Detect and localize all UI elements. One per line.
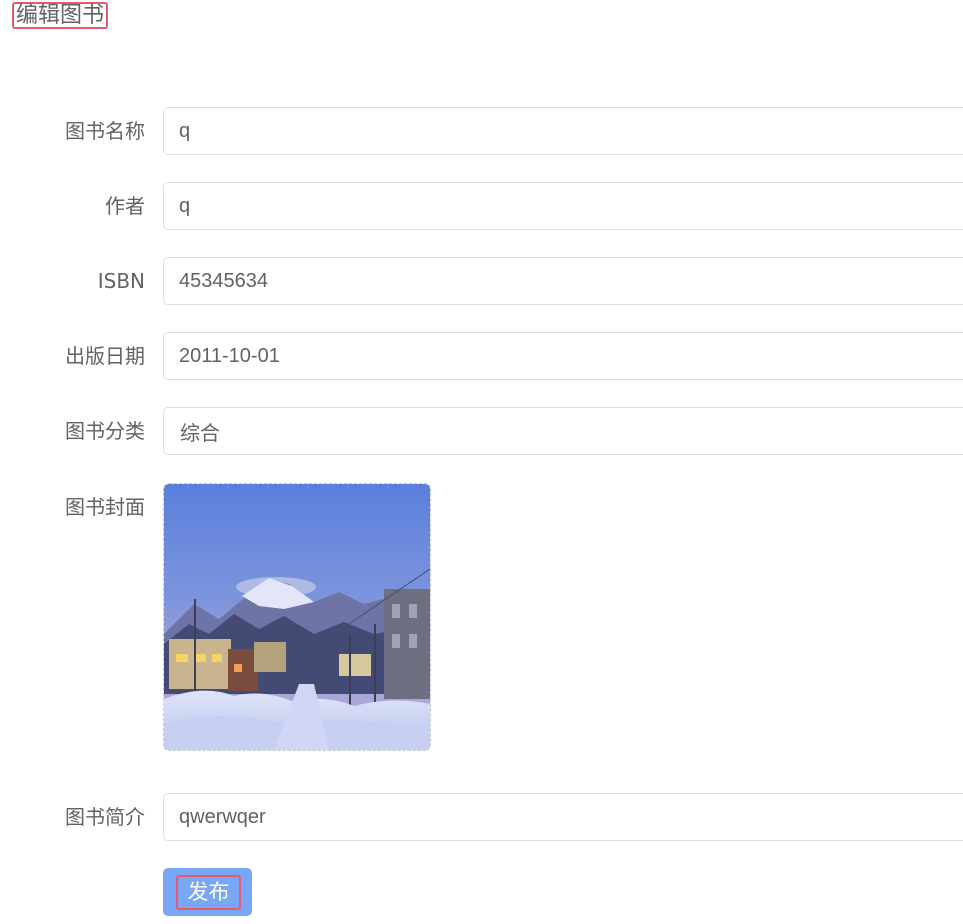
page-title: 编辑图书 [12,2,109,29]
category-label: 图书分类 [65,419,145,443]
isbn-label: ISBN [97,269,145,293]
summary-input[interactable] [163,793,963,841]
book-name-label: 图书名称 [65,119,145,143]
author-input[interactable] [163,182,963,230]
form-item-summary: 图书简介 [0,793,963,841]
form-item-category: 图书分类 [0,407,963,455]
publish-button[interactable]: 发布 [163,868,252,916]
form-item-publish-date: 出版日期 [0,332,963,380]
publish-date-label: 出版日期 [65,344,145,368]
cover-uploader[interactable] [163,483,431,751]
form-item-author: 作者 [0,182,963,230]
cover-label: 图书封面 [65,495,145,519]
summary-label: 图书简介 [65,805,145,829]
isbn-input[interactable] [163,257,963,305]
category-select[interactable] [163,407,963,455]
publish-date-picker[interactable] [163,332,963,380]
form-item-cover: 图书封面 [0,483,963,751]
form-item-isbn: ISBN [0,257,963,305]
form-item-book-name: 图书名称 [0,107,963,155]
author-label: 作者 [105,194,145,218]
cover-image [164,484,430,750]
book-name-input[interactable] [163,107,963,155]
publish-button-label: 发布 [176,875,241,910]
